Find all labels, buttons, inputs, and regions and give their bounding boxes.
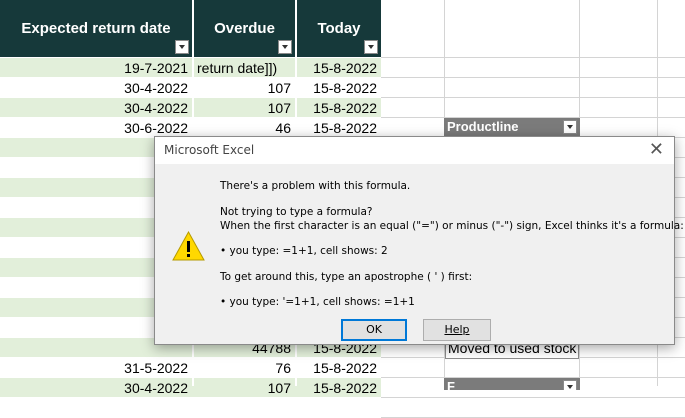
cell-expected-return-date[interactable]: 31-5-2022 [0, 358, 192, 378]
dialog-message-line: When the first character is an equal ("=… [220, 220, 684, 232]
cell-expected-return-date[interactable]: 30-4-2022 [0, 378, 192, 398]
second-slicer-label: F [447, 379, 455, 390]
cell-expected-return-date[interactable]: 30-6-2022 [0, 118, 192, 138]
dialog-message-line: Not trying to type a formula? [220, 206, 373, 218]
filter-dropdown-icon[interactable] [563, 120, 577, 134]
cell-expected-return-date[interactable]: 30-4-2022 [0, 78, 192, 98]
ok-button[interactable]: OK [341, 319, 407, 341]
cell-today[interactable]: 15-8-2022 [297, 378, 381, 398]
cell-expected-return-date[interactable]: 30-4-2022 [0, 98, 192, 118]
cell-today[interactable]: 15-8-2022 [297, 78, 381, 98]
cell-today[interactable]: 15-8-2022 [297, 98, 381, 118]
cell-today[interactable]: 15-8-2022 [297, 118, 381, 138]
productline-slicer-header[interactable]: Productline [444, 118, 580, 137]
cell-overdue[interactable]: 107 [194, 378, 295, 398]
gridline [381, 97, 685, 98]
cell-today[interactable]: 15-8-2022 [297, 58, 381, 78]
productline-label: Productline [447, 119, 519, 134]
error-dialog: Microsoft Excel ✕ There's a problem with… [154, 136, 684, 345]
cell-today[interactable]: 15-8-2022 [297, 358, 381, 378]
cell-overdue[interactable]: return date]]) [194, 58, 295, 78]
cell-expected-return-date[interactable]: 19-7-2021 [0, 58, 192, 78]
gridline [381, 57, 685, 58]
gridline [381, 397, 685, 398]
header-label: Today [317, 20, 361, 37]
close-icon[interactable]: ✕ [649, 140, 664, 160]
cell-overdue[interactable]: 107 [194, 78, 295, 98]
gridline [381, 77, 685, 78]
help-button[interactable]: Help [423, 319, 491, 341]
filter-dropdown-icon[interactable] [278, 40, 292, 54]
dialog-message-line: To get around this, type an apostrophe (… [220, 271, 473, 283]
header-today: Today [297, 0, 381, 57]
cell-overdue[interactable]: 107 [194, 98, 295, 118]
second-slicer-header[interactable]: F [444, 378, 580, 390]
header-expected-return-date: Expected return date [0, 0, 192, 57]
dialog-message-line: • you type: '=1+1, cell shows: =1+1 [220, 296, 415, 308]
header-label: Overdue [214, 20, 275, 37]
dialog-titlebar[interactable]: Microsoft Excel ✕ [155, 137, 674, 164]
header-label: Expected return date [21, 20, 171, 37]
filter-dropdown-icon[interactable] [563, 380, 577, 390]
dialog-message-line: • you type: =1+1, cell shows: 2 [220, 245, 388, 257]
cell-overdue[interactable]: 46 [194, 118, 295, 138]
header-overdue: Overdue [194, 0, 295, 57]
cell-overdue[interactable]: 76 [194, 358, 295, 378]
help-label: Help [444, 323, 470, 336]
filter-dropdown-icon[interactable] [364, 40, 378, 54]
filter-dropdown-icon[interactable] [175, 40, 189, 54]
dialog-message-line: There's a problem with this formula. [220, 180, 411, 192]
warning-icon [172, 230, 205, 261]
dialog-title: Microsoft Excel [164, 143, 255, 157]
